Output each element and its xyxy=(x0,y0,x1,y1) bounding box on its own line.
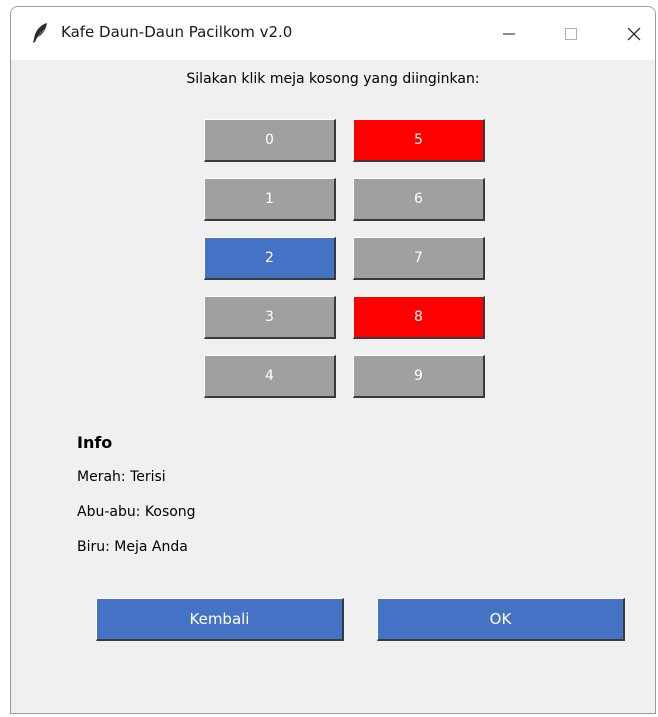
close-button[interactable] xyxy=(611,7,655,60)
maximize-icon xyxy=(565,27,577,40)
table-button-8[interactable]: 8 xyxy=(353,296,485,339)
legend-blue: Biru: Meja Anda xyxy=(77,539,188,555)
close-icon xyxy=(627,27,641,40)
feather-icon xyxy=(33,23,47,43)
table-button-6[interactable]: 6 xyxy=(353,178,485,221)
table-button-3[interactable]: 3 xyxy=(204,296,336,339)
table-button-2[interactable]: 2 xyxy=(204,237,336,280)
minimize-button[interactable] xyxy=(486,7,532,60)
instruction-text: Silakan klik meja kosong yang diinginkan… xyxy=(186,71,480,87)
table-button-9[interactable]: 9 xyxy=(353,355,485,398)
minimize-icon xyxy=(503,33,515,34)
info-heading: Info xyxy=(77,433,113,452)
back-button[interactable]: Kembali xyxy=(96,598,344,641)
title-bar[interactable]: Kafe Daun-Daun Pacilkom v2.0 xyxy=(11,7,655,60)
table-button-5[interactable]: 5 xyxy=(353,119,485,162)
table-button-0[interactable]: 0 xyxy=(204,119,336,162)
maximize-button[interactable] xyxy=(548,7,594,60)
table-button-7[interactable]: 7 xyxy=(353,237,485,280)
window-title: Kafe Daun-Daun Pacilkom v2.0 xyxy=(61,23,293,41)
table-button-4[interactable]: 4 xyxy=(204,355,336,398)
app-window: Kafe Daun-Daun Pacilkom v2.0 Silakan kli… xyxy=(10,6,656,714)
ok-button[interactable]: OK xyxy=(377,598,625,641)
legend-gray: Abu-abu: Kosong xyxy=(77,504,196,520)
legend-red: Merah: Terisi xyxy=(77,469,166,485)
table-button-1[interactable]: 1 xyxy=(204,178,336,221)
